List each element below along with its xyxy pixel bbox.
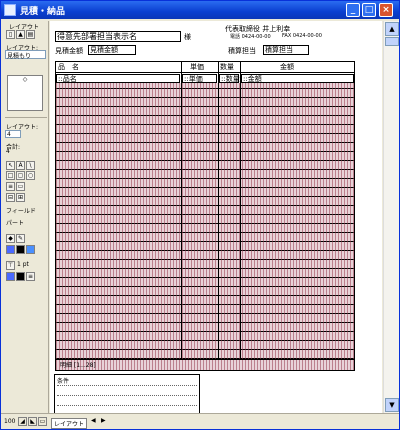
layout-select[interactable]: 見積もり (5, 50, 46, 60)
subtotal-part (56, 359, 354, 370)
column-divider (218, 62, 219, 370)
black-swatch-icon[interactable] (16, 272, 25, 281)
rectangle-tool-icon[interactable]: □ (6, 171, 15, 180)
estimator-label: 積算担当 (228, 47, 256, 55)
scroll-left-icon[interactable]: ◀ (91, 417, 96, 424)
qty-field[interactable]: ::数量 (219, 74, 240, 83)
conditions-line (57, 395, 197, 396)
field-label[interactable]: フィールド (6, 206, 36, 215)
column-header-item: 品 名 (58, 63, 79, 71)
zoom-level[interactable]: 100 (4, 418, 15, 425)
status-bar: 100 ◢ ◣ ▭ レイアウト ◀ ▶ (1, 413, 399, 429)
maximize-button[interactable]: □ (362, 3, 376, 17)
column-divider (181, 62, 182, 370)
divider (5, 117, 47, 118)
portal-tool-icon[interactable]: ⊞ (16, 193, 25, 202)
title-bar[interactable]: 見積・納品 _ □ × (1, 1, 399, 19)
up-arrow-icon[interactable]: ▲ (16, 30, 25, 39)
minimize-button[interactable]: _ (346, 3, 360, 17)
unit-price-field[interactable]: ::単価 (182, 74, 217, 83)
item-name-field[interactable]: ::品名 (56, 74, 180, 83)
column-divider (240, 62, 241, 370)
window-title: 見積・納品 (20, 7, 66, 17)
honorific-label: 様 (184, 33, 191, 41)
pattern-swatch-icon[interactable] (26, 245, 35, 254)
body-part-hatch (56, 83, 354, 359)
application-window: 見積・納品 _ □ × レイアウト ▯ ▲ ▤ レイアウト: 見積もり ◇ レイ… (0, 0, 400, 430)
conditions-box: 条件 (54, 374, 200, 413)
column-header-qty: 数量 (220, 63, 234, 71)
part-label[interactable]: パート (6, 218, 24, 227)
status-toggle-icon[interactable]: ▭ (38, 417, 47, 426)
scroll-up-icon[interactable]: ▲ (385, 22, 399, 36)
vertical-scrollbar[interactable]: ▲ ▼ (383, 21, 399, 413)
column-header-unit-price: 単価 (190, 63, 204, 71)
estimator-field[interactable]: 積算担当 (263, 45, 309, 55)
fill-color-icon[interactable]: ◆ (6, 234, 15, 243)
field-tool-icon[interactable]: ≡ (6, 182, 15, 191)
conditions-label: 条件 (57, 378, 70, 385)
line-pattern-icon[interactable]: ≡ (26, 272, 35, 281)
layout-canvas[interactable]: 得意先部署担当表示名 様 見積金額 見積金額 代表取締役 井上利幸 電話 042… (50, 21, 382, 413)
portal-rows-label: 明細 [1...28] (60, 362, 96, 369)
tel-number: 電話 0424-00-00 (230, 34, 271, 40)
total-value: 4 (6, 148, 10, 155)
text-tool-icon[interactable]: A (16, 161, 25, 170)
pen-swatch-icon[interactable] (16, 245, 25, 254)
line-width-icon[interactable]: ⊤ (6, 261, 15, 270)
zoom-in-icon[interactable]: ◣ (28, 417, 37, 426)
navigation-compass-icon[interactable]: ◇ (7, 75, 43, 111)
header-rule (55, 72, 355, 73)
column-header-amount: 金額 (280, 63, 294, 71)
scroll-down-icon[interactable]: ▼ (385, 398, 399, 412)
quote-amount-label: 見積金額 (55, 47, 83, 55)
tab-tool-icon[interactable]: ⊟ (6, 193, 15, 202)
fax-number: FAX 0424-00-00 (282, 33, 322, 39)
conditions-line (57, 405, 197, 406)
layout-number-field[interactable]: 4 (5, 130, 21, 138)
zoom-out-icon[interactable]: ◢ (18, 417, 27, 426)
amount-field[interactable]: ::金額 (241, 74, 354, 83)
font-size-value: 1 pt (17, 261, 29, 268)
page-icon[interactable]: ▤ (26, 30, 35, 39)
pointer-tool-icon[interactable]: ↖ (6, 161, 15, 170)
pen-color-icon[interactable]: ✎ (16, 234, 25, 243)
mode-popup[interactable]: レイアウト (51, 418, 88, 429)
app-icon (4, 4, 16, 16)
rounded-rect-tool-icon[interactable]: ▢ (16, 171, 25, 180)
line-tool-icon[interactable]: \ (26, 161, 35, 170)
oval-tool-icon[interactable]: ○ (26, 171, 35, 180)
close-button[interactable]: × (379, 3, 393, 17)
scroll-thumb[interactable] (385, 37, 399, 46)
book-icon[interactable]: ▯ (6, 30, 15, 39)
layout-tool-palette: レイアウト ▯ ▲ ▤ レイアウト: 見積もり ◇ レイアウト: 4 合計: 4… (3, 21, 49, 413)
color-palette-icon[interactable] (6, 272, 15, 281)
conditions-line (57, 385, 197, 386)
scroll-right-icon[interactable]: ▶ (101, 417, 106, 424)
fill-swatch-icon[interactable] (6, 245, 15, 254)
quote-amount-field[interactable]: 見積金額 (88, 45, 136, 55)
button-tool-icon[interactable]: ▭ (16, 182, 25, 191)
recipient-field[interactable]: 得意先部署担当表示名 (55, 31, 181, 42)
